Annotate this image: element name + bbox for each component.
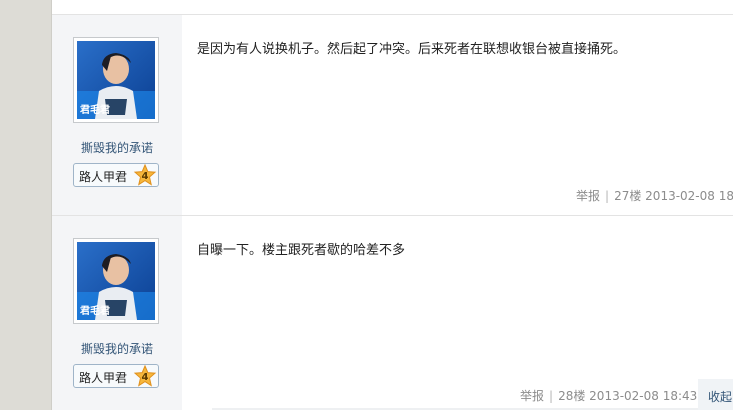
report-link[interactable]: 举报 bbox=[576, 189, 600, 203]
post-content: 自曝一下。楼主跟死者歇的哈差不多 bbox=[197, 243, 406, 258]
rank-level: 4 bbox=[142, 171, 149, 182]
rank-label: 路人甲君 bbox=[79, 371, 128, 385]
user-avatar-image: 君毛君 bbox=[77, 41, 155, 119]
post-timestamp: 2013-02-08 18:43 bbox=[589, 389, 698, 403]
meta-separator: | bbox=[549, 389, 554, 403]
level-star-icon: 4 bbox=[133, 164, 157, 186]
floor-number[interactable]: 28楼 bbox=[558, 389, 585, 403]
post-28: 君毛君 撕毁我的承诺 路人甲君 4 自曝一下。楼主跟死者歇的哈差不多 举报 | 28… bbox=[52, 216, 733, 410]
report-link[interactable]: 举报 bbox=[520, 389, 544, 403]
page-left-margin bbox=[0, 0, 52, 410]
post-timestamp: 2013-02-08 18: bbox=[645, 189, 733, 203]
author-rank-badge[interactable]: 路人甲君 4 bbox=[73, 163, 159, 187]
thread-container: 君毛君 撕毁我的承诺 路人甲君 4 是因为有人说换机子。然后起了冲突。后来死者在… bbox=[52, 0, 733, 410]
post-content: 是因为有人说换机子。然后起了冲突。后来死者在联想收银台被直接捅死。 bbox=[197, 42, 627, 57]
post-meta: 举报 | 27楼 2013-02-08 18: bbox=[576, 187, 733, 204]
avatar[interactable]: 君毛君 bbox=[73, 238, 159, 324]
svg-text:君毛君: 君毛君 bbox=[80, 103, 110, 116]
rank-label: 路人甲君 bbox=[79, 170, 128, 184]
author-rank-badge[interactable]: 路人甲君 4 bbox=[73, 364, 159, 388]
floor-number[interactable]: 27楼 bbox=[614, 189, 641, 203]
post-meta: 举报 | 28楼 2013-02-08 18:43 bbox=[520, 387, 697, 404]
rank-level: 4 bbox=[142, 372, 149, 383]
author-sidebar: 君毛君 撕毁我的承诺 路人甲君 4 bbox=[52, 216, 182, 410]
collapse-button[interactable]: 收起 bbox=[698, 379, 733, 410]
author-username[interactable]: 撕毁我的承诺 bbox=[52, 139, 182, 156]
avatar[interactable]: 君毛君 bbox=[73, 37, 159, 123]
user-avatar-image: 君毛君 bbox=[77, 242, 155, 320]
level-star-icon: 4 bbox=[133, 365, 157, 387]
author-sidebar: 君毛君 撕毁我的承诺 路人甲君 4 bbox=[52, 15, 182, 215]
author-username[interactable]: 撕毁我的承诺 bbox=[52, 340, 182, 357]
svg-text:君毛君: 君毛君 bbox=[80, 304, 110, 317]
meta-separator: | bbox=[605, 189, 610, 203]
post-27: 君毛君 撕毁我的承诺 路人甲君 4 是因为有人说换机子。然后起了冲突。后来死者在… bbox=[52, 15, 733, 215]
